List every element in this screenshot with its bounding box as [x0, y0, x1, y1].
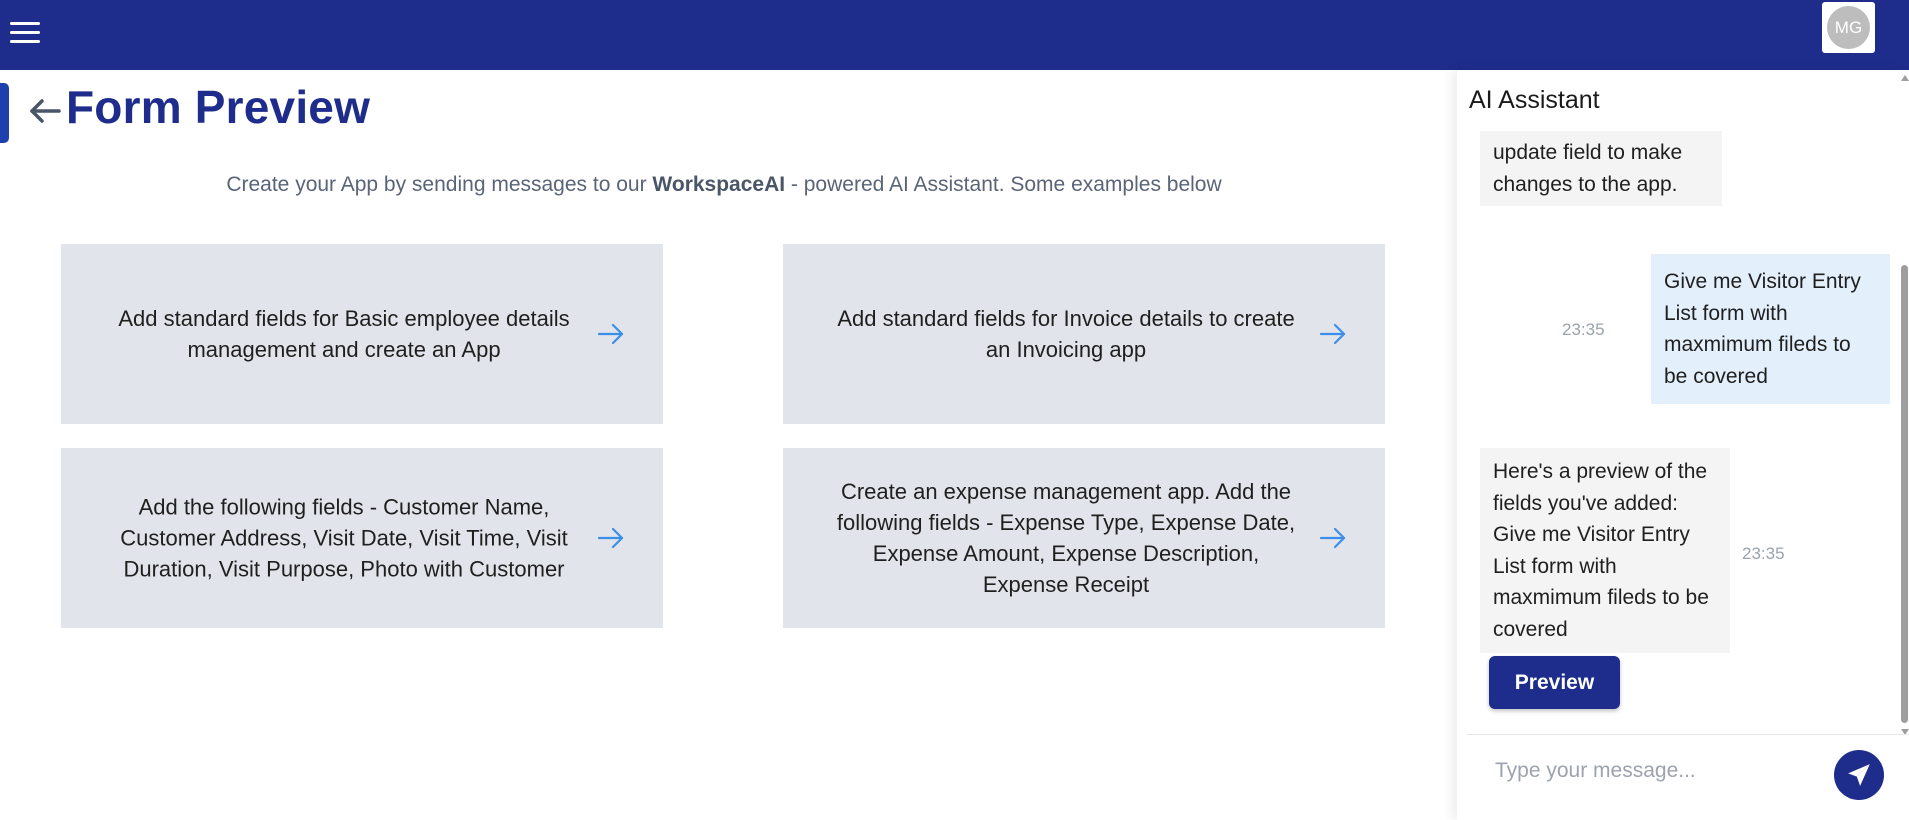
example-card-employee[interactable]: Add standard fields for Basic employee d…: [61, 244, 663, 424]
example-card-text: Add standard fields for Invoice details …: [837, 306, 1295, 362]
subtitle-brand: WorkspaceAI: [652, 173, 786, 196]
input-divider: [1467, 734, 1909, 735]
example-card-customer-visit[interactable]: Add the following fields - Customer Name…: [61, 448, 663, 628]
arrow-right-icon: [1319, 323, 1346, 345]
example-card-text: Add the following fields - Customer Name…: [120, 494, 568, 582]
bot-message: Here's a preview of the fields you've ad…: [1480, 448, 1730, 653]
paper-plane-icon: [1848, 764, 1870, 786]
page-subtitle: Create your App by sending messages to o…: [0, 173, 1448, 197]
chat-scrollbar[interactable]: [1900, 75, 1909, 735]
ai-assistant-panel: AI Assistant update field to make change…: [1457, 70, 1909, 820]
top-navbar: MG: [0, 0, 1909, 70]
page-title: Form Preview: [66, 81, 371, 133]
scroll-up-arrow-icon[interactable]: [1901, 75, 1909, 81]
assistant-title: AI Assistant: [1469, 86, 1600, 114]
hamburger-icon[interactable]: [10, 22, 40, 46]
arrow-left-icon[interactable]: [28, 95, 62, 127]
arrow-right-icon: [1319, 527, 1346, 549]
preview-button[interactable]: Preview: [1489, 656, 1620, 709]
scrollbar-thumb[interactable]: [1901, 265, 1908, 723]
avatar-container[interactable]: MG: [1822, 2, 1875, 53]
arrow-right-icon: [597, 527, 624, 549]
example-card-text: Add standard fields for Basic employee d…: [118, 306, 570, 362]
bot-message: update field to make changes to the app.: [1480, 131, 1722, 206]
send-button[interactable]: [1834, 750, 1884, 800]
arrow-right-icon: [597, 323, 624, 345]
subtitle-prefix: Create your App by sending messages to o…: [226, 173, 653, 196]
title-accent-bar: [0, 83, 9, 143]
message-input[interactable]: [1493, 750, 1827, 792]
example-card-invoice[interactable]: Add standard fields for Invoice details …: [783, 244, 1385, 424]
example-card-expense[interactable]: Create an expense management app. Add th…: [783, 448, 1385, 628]
subtitle-suffix: - powered AI Assistant. Some examples be…: [785, 173, 1222, 196]
avatar[interactable]: MG: [1827, 6, 1870, 49]
message-timestamp: 23:35: [1742, 544, 1785, 563]
message-timestamp: 23:35: [1562, 320, 1605, 339]
example-card-text: Create an expense management app. Add th…: [836, 479, 1296, 597]
user-message: Give me Visitor Entry List form with max…: [1651, 254, 1890, 404]
